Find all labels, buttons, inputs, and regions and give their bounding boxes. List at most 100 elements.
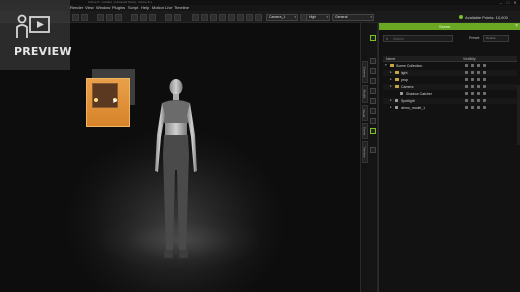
render-toggle-icon[interactable] bbox=[477, 106, 480, 109]
lock-icon[interactable] bbox=[471, 78, 474, 81]
render-toggle-icon[interactable] bbox=[477, 92, 480, 95]
scale-tool-icon[interactable] bbox=[115, 14, 122, 21]
camera-icon[interactable] bbox=[370, 88, 376, 94]
expand-arrow-icon[interactable]: ▾ bbox=[385, 63, 387, 67]
lock-icon[interactable] bbox=[471, 106, 474, 109]
tree-row-label: Scene Collection bbox=[396, 64, 423, 68]
render-icon[interactable] bbox=[165, 14, 172, 21]
expand-arrow-icon[interactable]: ▸ bbox=[390, 77, 392, 81]
scene-panel-title: Scene bbox=[439, 24, 451, 29]
menu-script[interactable]: Script bbox=[128, 6, 138, 10]
rotate-tool-icon[interactable] bbox=[106, 14, 113, 21]
fov-icon[interactable] bbox=[237, 14, 244, 21]
visibility-icon[interactable] bbox=[465, 71, 468, 74]
tree-row[interactable]: ▸ Camera bbox=[383, 84, 517, 90]
pivot-tool-icon[interactable] bbox=[149, 14, 156, 21]
pan-tool-icon[interactable] bbox=[210, 14, 217, 21]
visibility-icon[interactable] bbox=[465, 85, 468, 88]
search-input[interactable]: ⌕ Search bbox=[383, 35, 453, 42]
tab-content-label: Content bbox=[362, 66, 367, 78]
zoom-tool-icon[interactable] bbox=[201, 14, 208, 21]
menu-render[interactable]: Render bbox=[70, 6, 83, 10]
close-panel-icon[interactable]: × bbox=[515, 23, 518, 29]
object-icon bbox=[395, 106, 398, 109]
orbit-tool-icon[interactable] bbox=[219, 14, 226, 21]
audio-icon[interactable] bbox=[370, 108, 376, 114]
object-icon bbox=[400, 92, 403, 95]
lock-icon[interactable] bbox=[471, 71, 474, 74]
menu-timeline[interactable]: Timeline bbox=[174, 6, 189, 10]
lock-icon[interactable] bbox=[471, 92, 474, 95]
lock-icon[interactable] bbox=[471, 99, 474, 102]
render-toggle-icon[interactable] bbox=[477, 99, 480, 102]
collapse-icon[interactable] bbox=[370, 147, 376, 153]
render-toggle-icon[interactable] bbox=[477, 64, 480, 67]
character-model[interactable] bbox=[146, 75, 206, 275]
preset-value: Default bbox=[486, 36, 496, 40]
prop-icon[interactable] bbox=[370, 68, 376, 74]
visibility-icon[interactable] bbox=[465, 92, 468, 95]
camera-tool-icon[interactable] bbox=[192, 14, 199, 21]
visibility-icon[interactable] bbox=[465, 78, 468, 81]
menu-motion-live[interactable]: Motion Live bbox=[152, 6, 172, 10]
tree-row-label: Camera bbox=[401, 85, 414, 89]
menu-plugins[interactable]: Plugins bbox=[112, 6, 125, 10]
visibility-icon[interactable] bbox=[465, 106, 468, 109]
search-row: ⌕ Search Preset: Default bbox=[383, 35, 517, 43]
search-placeholder: Search bbox=[393, 37, 405, 41]
column-visibility[interactable]: Visibility bbox=[463, 57, 476, 61]
tree-row[interactable]: Shadow Catcher bbox=[383, 91, 517, 97]
tree-row-label: Spotlight bbox=[401, 99, 415, 103]
expand-arrow-icon[interactable]: ▸ bbox=[390, 105, 392, 109]
menu-view[interactable]: View bbox=[85, 6, 94, 10]
select-tool-icon[interactable] bbox=[72, 14, 79, 21]
column-name[interactable]: Name bbox=[386, 57, 395, 61]
snap-tool-icon[interactable] bbox=[131, 14, 138, 21]
tree-row[interactable]: ▸ demo_model_1 bbox=[383, 105, 517, 111]
camera-select[interactable]: Camera_1 ▾ bbox=[266, 14, 298, 21]
path-icon[interactable] bbox=[370, 118, 376, 124]
visibility-icon[interactable] bbox=[465, 64, 468, 67]
preset-select[interactable]: Default bbox=[483, 35, 509, 42]
fit-view-icon[interactable] bbox=[228, 14, 235, 21]
select-toggle-icon[interactable] bbox=[483, 78, 486, 81]
select-toggle-icon[interactable] bbox=[483, 71, 486, 74]
pointer-tool-icon[interactable] bbox=[97, 14, 104, 21]
quality-select[interactable]: High ▾ bbox=[306, 14, 330, 21]
tab-scene-label: Scene bbox=[362, 126, 367, 136]
select-toggle-icon[interactable] bbox=[483, 92, 486, 95]
render-toggle-icon[interactable] bbox=[477, 78, 480, 81]
light-icon[interactable] bbox=[370, 78, 376, 84]
filter-icon[interactable] bbox=[370, 128, 376, 134]
select-toggle-icon[interactable] bbox=[483, 64, 486, 67]
tree-row[interactable]: ▸ light bbox=[383, 70, 517, 76]
tree-row[interactable]: ▾ Scene Collection bbox=[383, 63, 517, 69]
grid-toggle-icon[interactable] bbox=[246, 14, 253, 21]
lock-icon[interactable] bbox=[471, 64, 474, 67]
menu-window[interactable]: Window bbox=[96, 6, 110, 10]
expand-arrow-icon[interactable]: ▸ bbox=[390, 70, 392, 74]
tree-row[interactable]: ▸ Spotlight bbox=[383, 98, 517, 104]
menu-help[interactable]: Help bbox=[141, 6, 149, 10]
visibility-icon[interactable] bbox=[465, 99, 468, 102]
particle-icon[interactable] bbox=[370, 98, 376, 104]
select-toggle-icon[interactable] bbox=[483, 85, 486, 88]
align-tool-icon[interactable] bbox=[140, 14, 147, 21]
lock-view-icon[interactable] bbox=[255, 14, 262, 21]
render-toggle-icon[interactable] bbox=[477, 71, 480, 74]
select-toggle-icon[interactable] bbox=[483, 99, 486, 102]
layers-icon[interactable] bbox=[370, 35, 376, 41]
select-toggle-icon[interactable] bbox=[483, 106, 486, 109]
move-tool-icon[interactable] bbox=[81, 14, 88, 21]
mode-select[interactable]: General ▾ bbox=[332, 14, 374, 21]
render-toggle-icon[interactable] bbox=[477, 85, 480, 88]
expand-arrow-icon[interactable]: ▸ bbox=[390, 98, 392, 102]
preview-render-icon[interactable] bbox=[174, 14, 181, 21]
tree-row[interactable]: ▸ prop bbox=[383, 77, 517, 83]
expand-arrow-icon[interactable]: ▸ bbox=[390, 84, 392, 88]
lock-icon[interactable] bbox=[471, 85, 474, 88]
folder-icon bbox=[395, 78, 399, 81]
character-icon[interactable] bbox=[370, 58, 376, 64]
available-points: Available Points: 10,000 bbox=[465, 15, 508, 20]
drag-thumbnail[interactable] bbox=[86, 69, 135, 128]
